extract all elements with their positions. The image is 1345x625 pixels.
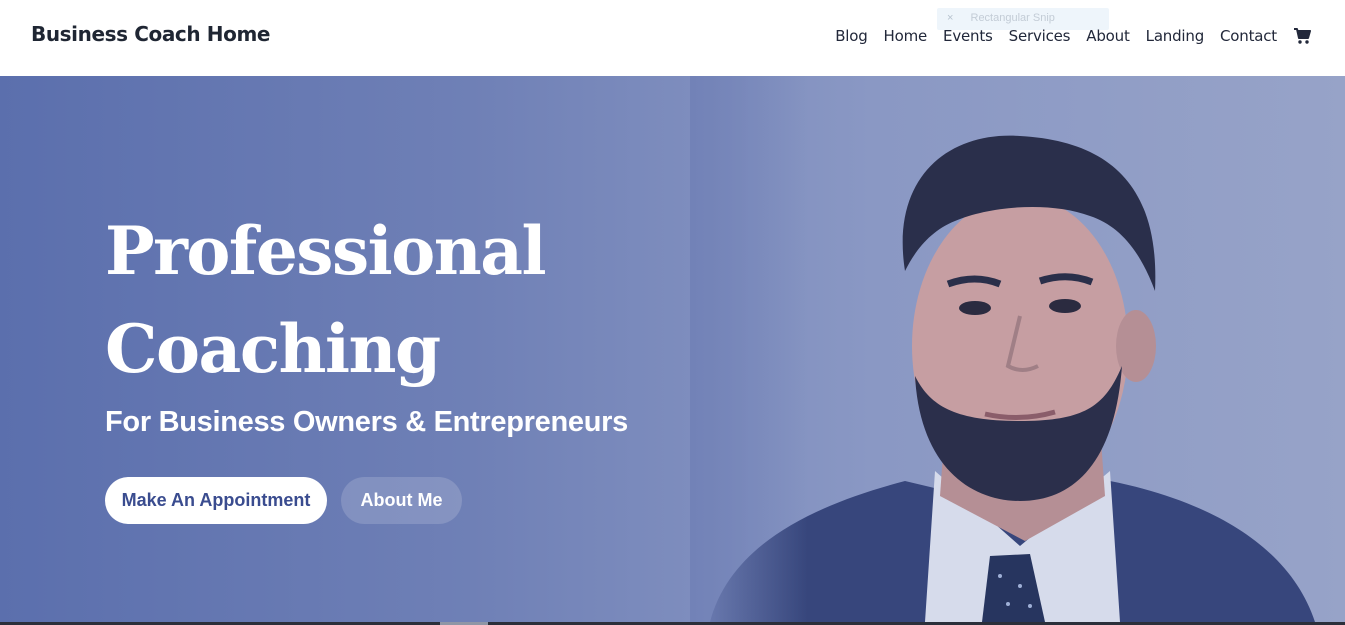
nav-services[interactable]: Services xyxy=(1009,27,1071,45)
coach-portrait xyxy=(690,76,1345,622)
nav-events[interactable]: Events xyxy=(943,27,993,45)
nav-home[interactable]: Home xyxy=(884,27,928,45)
about-me-button[interactable]: About Me xyxy=(341,477,462,524)
nav-landing[interactable]: Landing xyxy=(1146,27,1205,45)
snip-close-icon[interactable]: × xyxy=(947,12,953,24)
make-appointment-button[interactable]: Make An Appointment xyxy=(105,477,327,524)
hero-subtitle: For Business Owners & Entrepreneurs xyxy=(105,406,628,438)
nav-contact[interactable]: Contact xyxy=(1220,27,1277,45)
hero-title-line-2: Coaching xyxy=(105,310,441,388)
site-header: Business Coach Home × Rectangular Snip B… xyxy=(0,0,1345,76)
site-brand[interactable]: Business Coach Home xyxy=(31,22,270,46)
hero-section: Professional Coaching For Business Owner… xyxy=(0,76,1345,622)
main-nav: Blog Home Events Services About Landing … xyxy=(835,27,1277,45)
nav-about[interactable]: About xyxy=(1086,27,1130,45)
shopping-cart-icon[interactable] xyxy=(1293,27,1311,45)
page: Business Coach Home × Rectangular Snip B… xyxy=(0,0,1345,625)
snip-label: Rectangular Snip xyxy=(970,12,1055,24)
hero-title-line-1: Professional xyxy=(105,212,547,290)
nav-blog[interactable]: Blog xyxy=(835,27,868,45)
hero-title: Professional Coaching xyxy=(105,202,665,398)
